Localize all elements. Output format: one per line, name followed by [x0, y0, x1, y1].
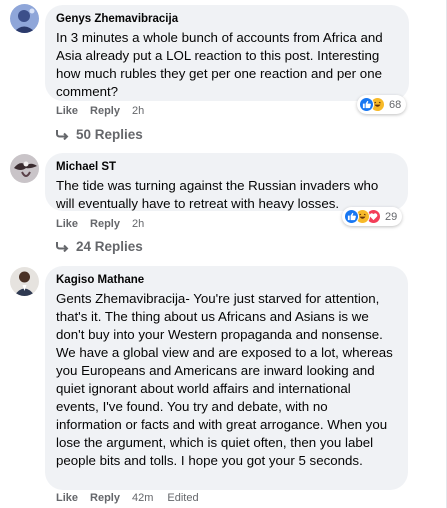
comment-bubble: Genys Zhemavibracija In 3 minutes a whol… [45, 5, 409, 101]
timestamp[interactable]: 2h [132, 218, 144, 230]
view-replies-link[interactable]: 24 Replies [56, 239, 143, 254]
reaction-count: 68 [389, 98, 402, 111]
reply-button[interactable]: Reply [90, 105, 120, 117]
like-icon [344, 209, 359, 224]
comment-bubble: Michael ST The tide was turning against … [45, 153, 408, 211]
like-icon [359, 97, 374, 112]
comment-author[interactable]: Kagiso Mathane [56, 273, 396, 288]
timestamp[interactable]: 2h [132, 105, 144, 117]
edited-label: Edited [167, 492, 199, 504]
comment-bubble: Kagiso Mathane Gents Zhemavibracija- You… [45, 266, 408, 490]
avatar[interactable] [10, 154, 39, 183]
reaction-summary[interactable]: 68 [357, 95, 407, 114]
reply-arrow-icon [56, 130, 69, 140]
reply-button[interactable]: Reply [90, 492, 120, 504]
replies-count-label: 50 Replies [76, 127, 143, 142]
timestamp[interactable]: 42m [132, 492, 153, 504]
comment-text: In 3 minutes a whole bunch of accounts f… [56, 30, 383, 99]
comment-text: Gents Zhemavibracija- You're just starve… [56, 291, 393, 468]
replies-count-label: 24 Replies [76, 239, 143, 254]
comment-actions: Like Reply 2h [56, 218, 158, 230]
reaction-summary[interactable]: 29 [342, 207, 403, 226]
comment-author[interactable]: Genys Zhemavibracija [56, 12, 397, 27]
reaction-count: 29 [385, 210, 398, 223]
comment-actions: Like Reply 2h [56, 105, 158, 117]
avatar[interactable] [10, 4, 39, 33]
view-replies-link[interactable]: 50 Replies [56, 127, 143, 142]
like-button[interactable]: Like [56, 492, 78, 504]
reply-button[interactable]: Reply [90, 218, 120, 230]
comment-author[interactable]: Michael ST [56, 160, 396, 175]
comment-text: The tide was turning against the Russian… [56, 178, 379, 211]
avatar[interactable] [10, 267, 39, 296]
comment-actions: Like Reply 42m Edited [56, 492, 199, 504]
reply-arrow-icon [56, 242, 69, 252]
like-button[interactable]: Like [56, 105, 78, 117]
like-button[interactable]: Like [56, 218, 78, 230]
